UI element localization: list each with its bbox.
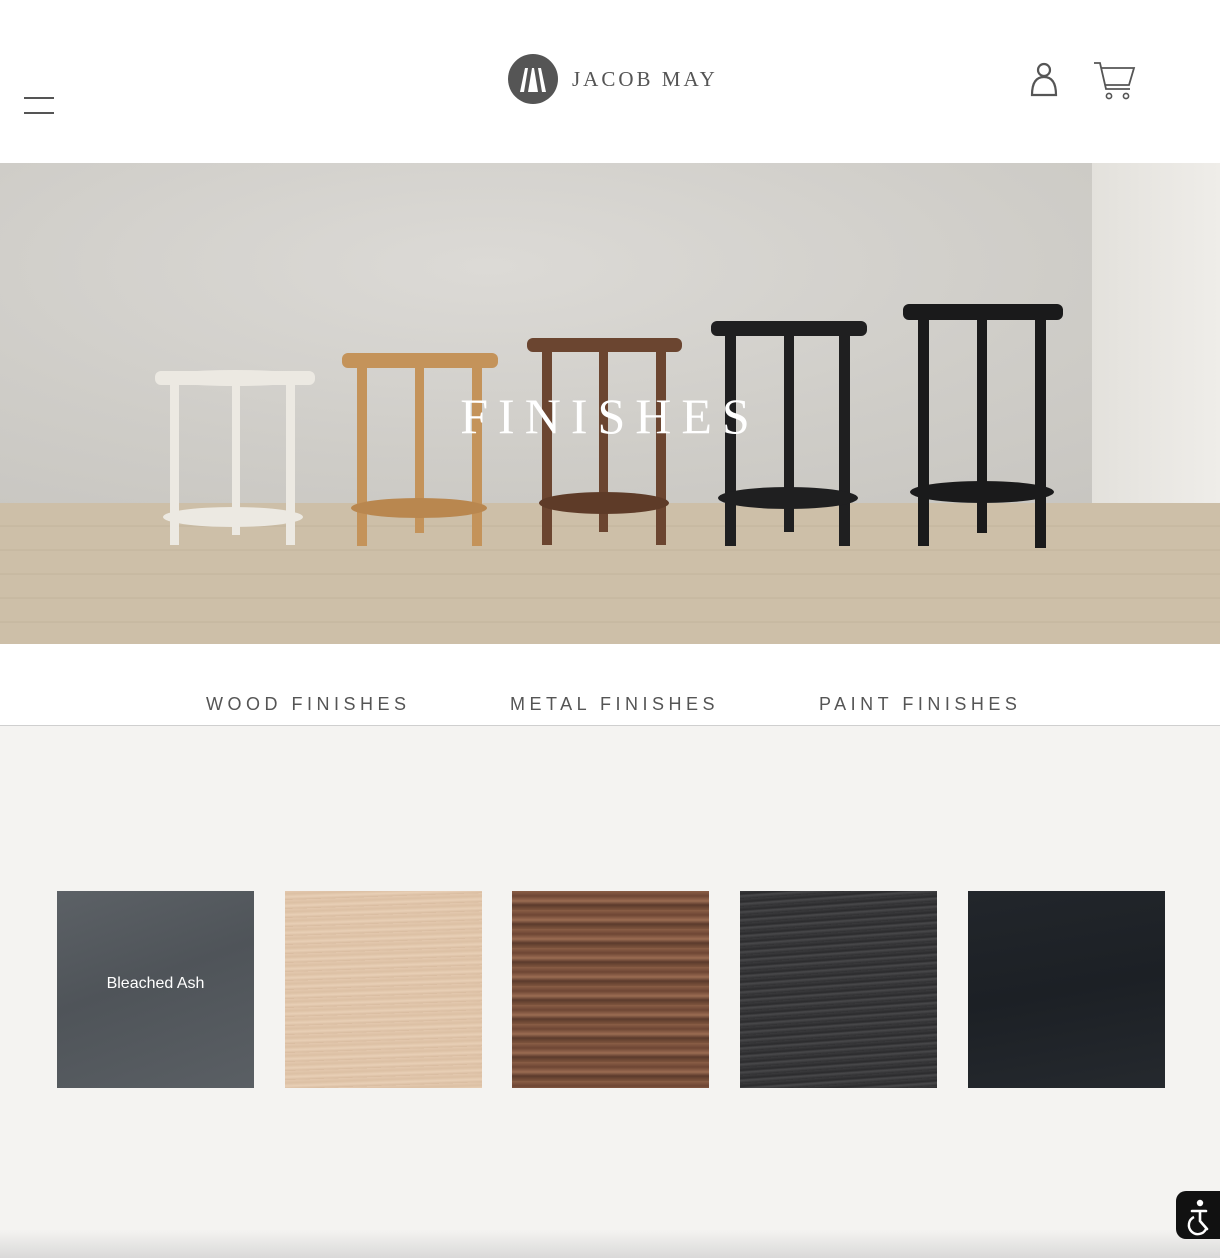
accessibility-icon[interactable] <box>1176 1191 1220 1239</box>
finish-swatch[interactable]: Bleached Ash <box>57 891 254 1088</box>
jm-monogram-icon <box>508 54 558 104</box>
finish-swatch[interactable] <box>968 891 1165 1088</box>
logo-wordmark: JACOB MAY <box>572 66 718 91</box>
site-logo[interactable]: JACOB MAY <box>508 53 718 105</box>
site-header: JACOB MAY <box>0 0 1220 163</box>
hero-banner: FINISHES <box>0 163 1220 644</box>
finish-swatch[interactable] <box>740 891 937 1088</box>
swatch-label: Bleached Ash <box>106 975 205 992</box>
tab-wood-finishes[interactable]: WOOD FINISHES <box>206 694 411 715</box>
tab-metal-finishes[interactable]: METAL FINISHES <box>510 694 719 715</box>
finish-tabs: WOOD FINISHES METAL FINISHES PAINT FINIS… <box>0 644 1220 726</box>
shopping-cart-icon[interactable] <box>1092 59 1138 103</box>
finishes-grid: Bleached Ash <box>0 726 1220 1258</box>
user-icon[interactable] <box>1026 59 1062 99</box>
hamburger-menu-icon[interactable] <box>22 94 56 118</box>
side-table-oak <box>342 353 498 546</box>
tab-paint-finishes[interactable]: PAINT FINISHES <box>819 694 1021 715</box>
finish-swatch[interactable] <box>285 891 482 1088</box>
page-title: FINISHES <box>460 388 760 444</box>
bottom-shade <box>0 1230 1220 1258</box>
finish-swatch[interactable] <box>512 891 709 1088</box>
